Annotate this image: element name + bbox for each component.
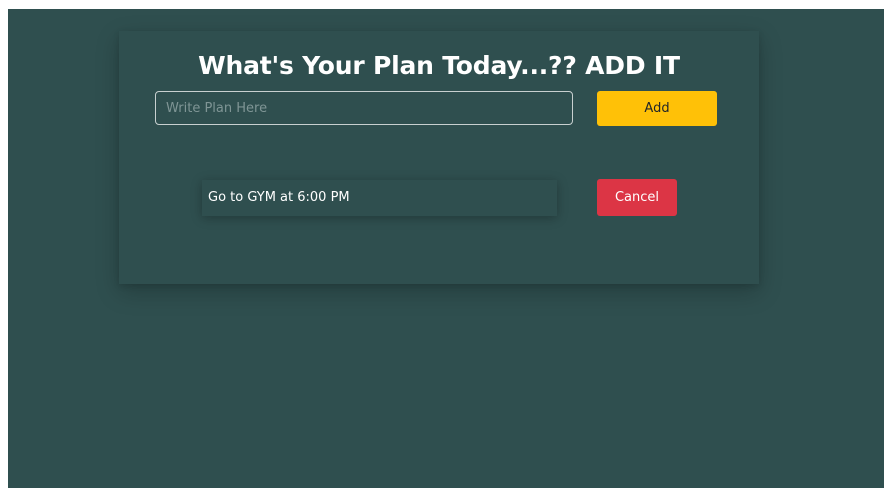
plan-input[interactable] [155,91,573,125]
add-button[interactable]: Add [597,91,717,126]
cancel-button[interactable]: Cancel [597,179,677,216]
task-item: Go to GYM at 6:00 PM [202,180,557,216]
todo-card: What's Your Plan Today...?? ADD IT Add G… [119,31,759,284]
page-title: What's Your Plan Today...?? ADD IT [198,51,680,80]
app-viewport: What's Your Plan Today...?? ADD IT Add G… [8,9,884,488]
